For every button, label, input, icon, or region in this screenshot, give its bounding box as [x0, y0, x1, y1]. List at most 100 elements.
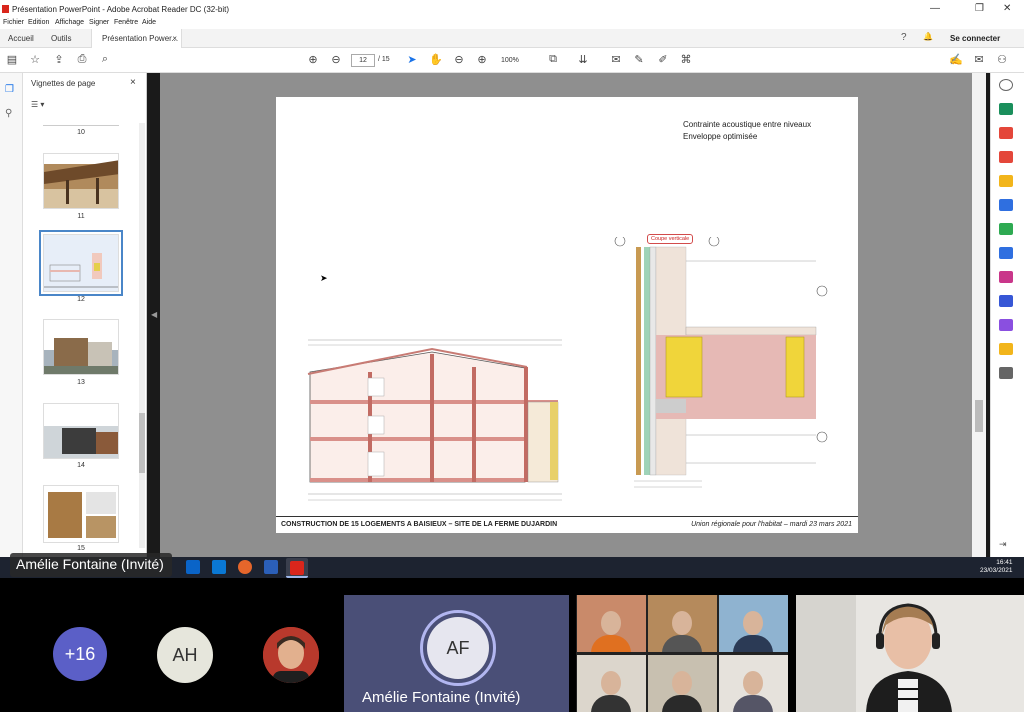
- thumbnail-page-11[interactable]: [43, 153, 119, 209]
- thumbnail-page-10[interactable]: [43, 120, 119, 126]
- more-tools-icon[interactable]: [999, 367, 1013, 379]
- thumbnail-page-13[interactable]: [43, 319, 119, 375]
- print-icon[interactable]: ⎙: [75, 53, 89, 66]
- menu-sign[interactable]: Signer: [89, 19, 109, 26]
- video-participant-6[interactable]: [719, 655, 788, 712]
- attachments-icon[interactable]: ⚲: [5, 108, 12, 119]
- thumbnail-scrollbar[interactable]: [139, 123, 145, 548]
- zoom-tool-icon[interactable]: [999, 79, 1013, 91]
- outlook-app-icon[interactable]: [212, 560, 226, 574]
- menu-help[interactable]: Aide: [142, 19, 156, 26]
- scan-icon[interactable]: [999, 247, 1013, 259]
- minimize-icon[interactable]: —: [930, 3, 940, 14]
- menu-view[interactable]: Affichage: [55, 19, 84, 26]
- mail-app-icon[interactable]: [186, 560, 200, 574]
- tab-document[interactable]: Présentation Power... ×: [91, 29, 182, 48]
- participant-body: [733, 695, 773, 712]
- organize-pages-icon[interactable]: [999, 223, 1013, 235]
- thumbnail-options-icon[interactable]: ☰ ▾: [31, 100, 44, 109]
- bell-icon[interactable]: 🔔: [923, 32, 933, 41]
- tools-rail: ⇥: [990, 73, 1024, 557]
- window-title: Présentation PowerPoint - Adobe Acrobat …: [12, 5, 230, 14]
- thumbnail-scrollbar-thumb[interactable]: [139, 413, 145, 473]
- send-track-icon[interactable]: [999, 343, 1013, 355]
- clock-date: 23/03/2021: [980, 567, 1013, 574]
- request-signature-icon[interactable]: [999, 319, 1013, 331]
- video-participant-2[interactable]: [648, 595, 717, 652]
- participant-face: [672, 671, 692, 695]
- save-icon[interactable]: ▤: [5, 53, 19, 66]
- thumbnail-page-14[interactable]: [43, 403, 119, 459]
- protect-icon[interactable]: [999, 295, 1013, 307]
- overflow-participants-button[interactable]: +16: [53, 627, 107, 681]
- fit-page-icon[interactable]: ⧉: [546, 53, 560, 66]
- maximize-icon[interactable]: ❐: [975, 3, 984, 14]
- system-clock: 16:41 23/03/2021: [980, 559, 1013, 575]
- bookmark-star-icon[interactable]: ☆: [28, 53, 42, 66]
- prev-page-icon[interactable]: ⊕: [306, 53, 320, 66]
- close-window-icon[interactable]: ✕: [1003, 3, 1011, 14]
- video-participant-5[interactable]: [648, 655, 717, 712]
- combine-files-icon[interactable]: [999, 199, 1013, 211]
- menu-bar: Fichier Edition Affichage Signer Fenêtre…: [0, 18, 1024, 29]
- thumbnail-panel: Vignettes de page × ☰ ▾ 10 11 12 13 14 1…: [23, 73, 147, 557]
- export-pdf-icon[interactable]: [999, 103, 1013, 115]
- document-scrollbar[interactable]: [972, 73, 986, 557]
- edit-pdf-icon[interactable]: [999, 127, 1013, 139]
- clock-time: 16:41: [996, 559, 1013, 566]
- thumbnail-label: 10: [77, 129, 85, 136]
- pdf-page: Contrainte acoustique entre niveaux Enve…: [276, 97, 858, 533]
- video-participant-1[interactable]: [577, 595, 646, 652]
- video-participant-4[interactable]: [577, 655, 646, 712]
- page-thumbnails-icon[interactable]: ❐: [5, 84, 14, 95]
- select-cursor-icon[interactable]: ➤: [405, 53, 419, 66]
- participant-tile-af[interactable]: AF Amélie Fontaine (Invité): [344, 595, 569, 712]
- participant-photo-avatar[interactable]: [263, 627, 319, 683]
- participant-video-feed: [796, 595, 1024, 712]
- stamp-icon[interactable]: ⌘: [679, 53, 693, 66]
- expand-pane-icon[interactable]: ⇥: [999, 539, 1013, 551]
- acrobat-app-icon[interactable]: [290, 561, 304, 575]
- participant-avatar-ah[interactable]: AH: [157, 627, 213, 683]
- comment-tool-icon[interactable]: [999, 175, 1013, 187]
- thumbnail-page-15[interactable]: [43, 485, 119, 543]
- highlight-pen-icon[interactable]: ✎: [632, 53, 646, 66]
- avatar-initials-af: AF: [446, 637, 470, 658]
- participant-body: [662, 635, 702, 652]
- participant-body: [662, 695, 702, 712]
- fill-sign-icon[interactable]: [999, 271, 1013, 283]
- zoom-select[interactable]: 100%: [497, 54, 531, 67]
- comment-icon[interactable]: ✉: [609, 53, 623, 66]
- zoom-in-icon[interactable]: ⊕: [475, 53, 489, 66]
- create-pdf-icon[interactable]: [999, 151, 1013, 163]
- firefox-app-icon[interactable]: [238, 560, 252, 574]
- tab-tools[interactable]: Outils: [51, 34, 71, 43]
- menu-window[interactable]: Fenêtre: [114, 19, 138, 26]
- menu-edit[interactable]: Edition: [28, 19, 49, 26]
- tab-home[interactable]: Accueil: [8, 34, 34, 43]
- shared-screen: Présentation PowerPoint - Adobe Acrobat …: [0, 0, 1024, 578]
- hand-tool-icon[interactable]: ✋: [429, 53, 443, 66]
- participant-name-af: Amélie Fontaine (Invité): [362, 689, 521, 706]
- email-icon[interactable]: ✉: [972, 53, 986, 66]
- draw-icon[interactable]: ✐: [656, 53, 670, 66]
- close-tab-icon[interactable]: ×: [172, 34, 177, 43]
- scroll-mode-icon[interactable]: ⇊: [576, 53, 590, 66]
- menu-file[interactable]: Fichier: [3, 19, 24, 26]
- page-number-input[interactable]: 12: [351, 54, 375, 67]
- participant-video-woman[interactable]: [796, 595, 1024, 712]
- login-button[interactable]: Se connecter: [950, 34, 1000, 43]
- next-page-icon[interactable]: ⊖: [329, 53, 343, 66]
- help-icon[interactable]: ?: [901, 32, 907, 43]
- word-app-icon[interactable]: [264, 560, 278, 574]
- video-participant-3[interactable]: [719, 595, 788, 652]
- sign-icon[interactable]: ✍: [949, 53, 963, 66]
- zoom-out-icon[interactable]: ⊖: [452, 53, 466, 66]
- close-panel-icon[interactable]: ×: [130, 77, 136, 88]
- upload-icon[interactable]: ⇪: [52, 53, 66, 66]
- collapse-panel-icon[interactable]: ◀: [151, 310, 157, 319]
- add-user-icon[interactable]: ⚇: [995, 53, 1009, 66]
- document-scrollbar-thumb[interactable]: [975, 400, 983, 432]
- search-icon[interactable]: ⌕: [98, 53, 112, 66]
- thumbnail-page-12[interactable]: [39, 230, 123, 296]
